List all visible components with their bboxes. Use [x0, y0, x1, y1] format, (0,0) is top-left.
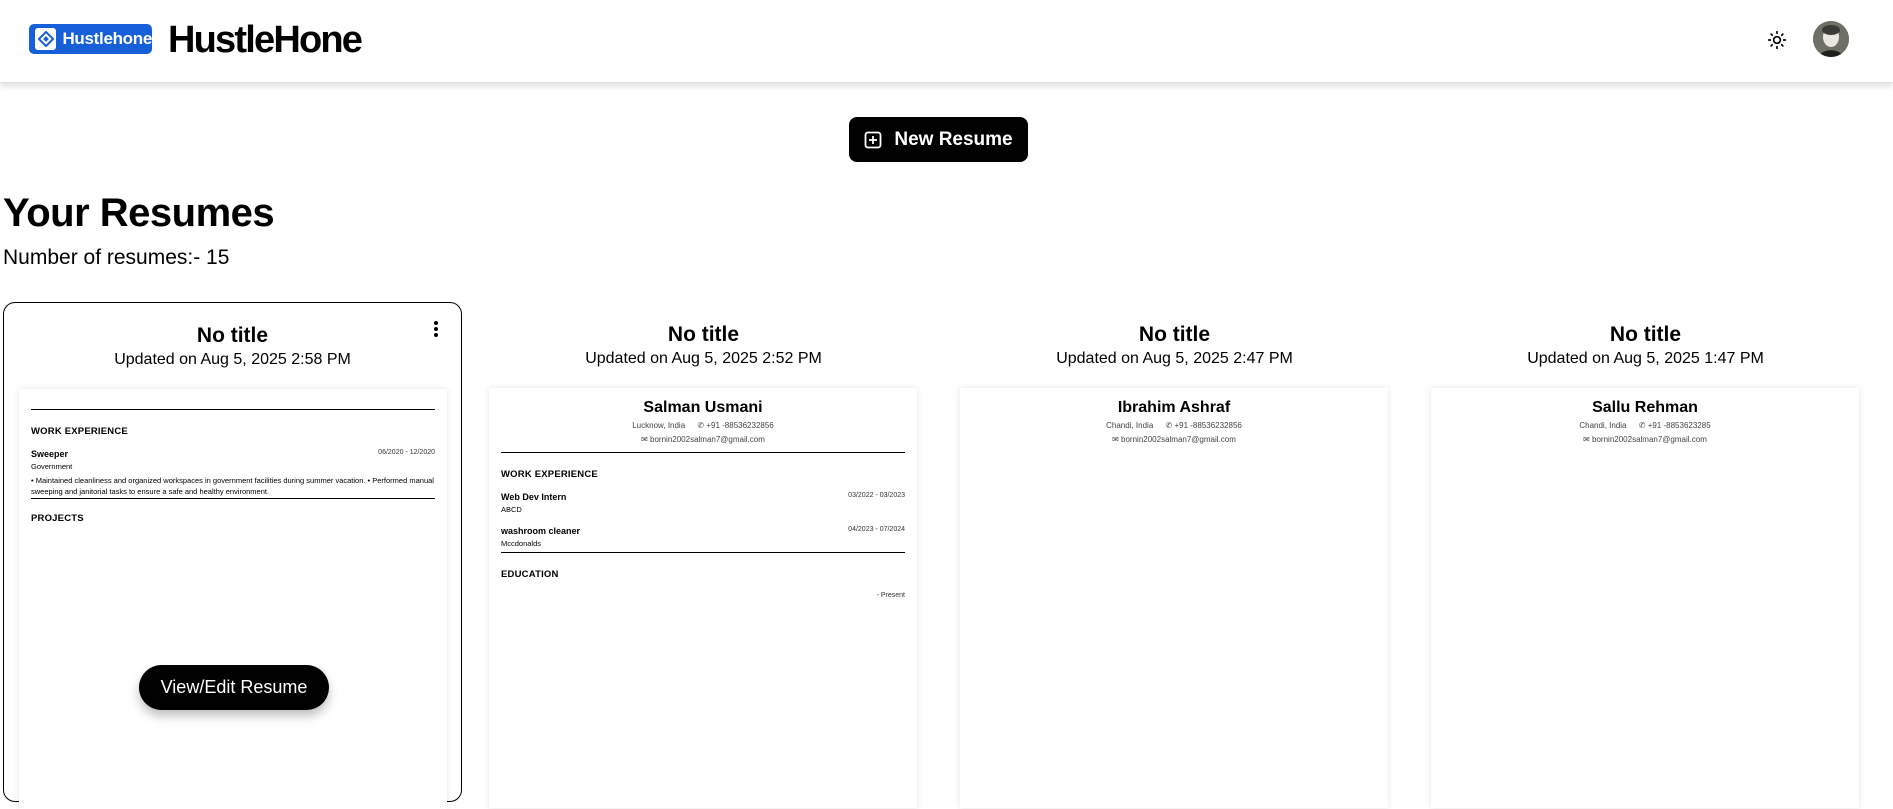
top-navbar: Hustlehone HustleHone	[0, 0, 1893, 83]
resume-preview: Ibrahim Ashraf Chandi, India ✆ +91 -8853…	[960, 388, 1388, 808]
resume-card-title: No title	[667, 323, 740, 346]
phone-icon: ✆	[697, 421, 705, 430]
brand-name[interactable]: HustleHone	[168, 17, 363, 63]
preview-section-heading: WORK EXPERIENCE	[31, 426, 128, 437]
preview-job-dates: 06/2020 - 12/2020	[378, 449, 435, 456]
preview-name: Salman Usmani	[643, 399, 763, 416]
preview-bullets: • Maintained cleanliness and organized w…	[31, 476, 434, 496]
diamond-logo-icon	[35, 28, 57, 50]
user-avatar[interactable]	[1813, 21, 1849, 57]
preview-company: ABCD	[501, 505, 522, 514]
mail-icon: ✉	[1583, 435, 1590, 444]
preview-name: Ibrahim Ashraf	[1117, 399, 1231, 416]
view-edit-resume-button[interactable]: View/Edit Resume	[139, 665, 329, 710]
plus-square-icon	[864, 131, 882, 148]
preview-email: bornin2002salman7@gmail.com	[1121, 435, 1236, 444]
preview-section-heading: WORK EXPERIENCE	[501, 469, 598, 480]
logo-badge-text: Hustlehone	[62, 29, 152, 48]
phone-icon: ✆	[1165, 421, 1173, 430]
resume-card-updated: Updated on Aug 5, 2025 2:52 PM	[585, 350, 822, 367]
divider	[501, 552, 905, 553]
sun-icon	[1767, 30, 1787, 50]
divider	[501, 452, 905, 453]
preview-education-dates: - Present	[876, 592, 905, 599]
resume-card-updated: Updated on Aug 5, 2025 1:47 PM	[1527, 350, 1764, 367]
preview-job-row: washroom cleaner 04/2023 - 07/2024	[501, 526, 905, 536]
resume-card-updated: Updated on Aug 5, 2025 2:58 PM	[114, 351, 351, 368]
preview-email-line: ✉ bornin2002salman7@gmail.com	[501, 434, 905, 446]
resume-card-title: No title	[1609, 323, 1682, 346]
preview-job-title: Web Dev Intern	[501, 492, 567, 502]
mail-icon: ✉	[1112, 435, 1119, 444]
resume-card[interactable]: No title Updated on Aug 5, 2025 1:47 PM …	[1416, 302, 1875, 808]
resume-count: Number of resumes:- 15	[3, 246, 230, 269]
resume-card[interactable]: No title Updated on Aug 5, 2025 2:58 PM …	[3, 302, 462, 809]
preview-job-dates: 03/2022 - 03/2023	[848, 492, 905, 499]
resume-preview: Salman Usmani Lucknow, India ✆ +91 -8853…	[489, 388, 917, 808]
preview-name: Sallu Rehman	[1592, 399, 1698, 416]
preview-company: Mccdonalds	[501, 539, 542, 548]
kebab-menu-icon[interactable]	[431, 319, 441, 339]
preview-job-title: washroom cleaner	[501, 526, 581, 536]
preview-section-heading: EDUCATION	[501, 569, 559, 580]
preview-contact-line: Chandi, India ✆ +91 -8853623285	[1443, 420, 1847, 432]
preview-job-title: Sweeper	[31, 449, 69, 459]
preview-email-line: ✉ bornin2002salman7@gmail.com	[972, 434, 1376, 446]
logo-badge[interactable]: Hustlehone	[29, 24, 152, 54]
preview-location: Chandi, India	[1579, 421, 1627, 430]
preview-contact-line: Chandi, India ✆ +91 -88536232856	[972, 420, 1376, 432]
preview-section-heading: PROJECTS	[31, 513, 84, 524]
preview-job-row: Sweeper 06/2020 - 12/2020	[31, 449, 435, 459]
new-resume-button[interactable]: New Resume	[849, 117, 1028, 162]
phone-icon: ✆	[1638, 421, 1646, 430]
preview-phone: +91 -8853623285	[1647, 421, 1711, 430]
resume-card[interactable]: No title Updated on Aug 5, 2025 2:47 PM …	[945, 302, 1404, 808]
new-resume-label: New Resume	[894, 128, 1013, 150]
preview-email: bornin2002salman7@gmail.com	[650, 435, 765, 444]
resume-preview: WORK EXPERIENCE Sweeper 06/2020 - 12/202…	[19, 389, 447, 809]
preview-phone: +91 -88536232856	[1174, 421, 1242, 430]
preview-job-row: Web Dev Intern 03/2022 - 03/2023	[501, 492, 905, 502]
preview-email-line: ✉ bornin2002salman7@gmail.com	[1443, 434, 1847, 446]
page-title: Your Resumes	[3, 191, 275, 235]
preview-location: Lucknow, India	[632, 421, 686, 430]
preview-location: Chandi, India	[1106, 421, 1154, 430]
resume-card-title: No title	[196, 324, 269, 347]
resume-card[interactable]: No title Updated on Aug 5, 2025 2:52 PM …	[474, 302, 933, 808]
resume-card-title: No title	[1138, 323, 1211, 346]
preview-job-dates: 04/2023 - 07/2024	[848, 526, 905, 533]
divider	[31, 409, 435, 410]
preview-contact-line: Lucknow, India ✆ +91 -88536232856	[501, 420, 905, 432]
preview-company: Government	[31, 462, 73, 471]
resume-preview: Sallu Rehman Chandi, India ✆ +91 -885362…	[1431, 388, 1859, 808]
resume-card-updated: Updated on Aug 5, 2025 2:47 PM	[1056, 350, 1293, 367]
theme-toggle-button[interactable]	[1764, 27, 1790, 53]
mail-icon: ✉	[641, 435, 648, 444]
preview-email: bornin2002salman7@gmail.com	[1592, 435, 1707, 444]
preview-phone: +91 -88536232856	[706, 421, 774, 430]
divider	[31, 498, 435, 499]
